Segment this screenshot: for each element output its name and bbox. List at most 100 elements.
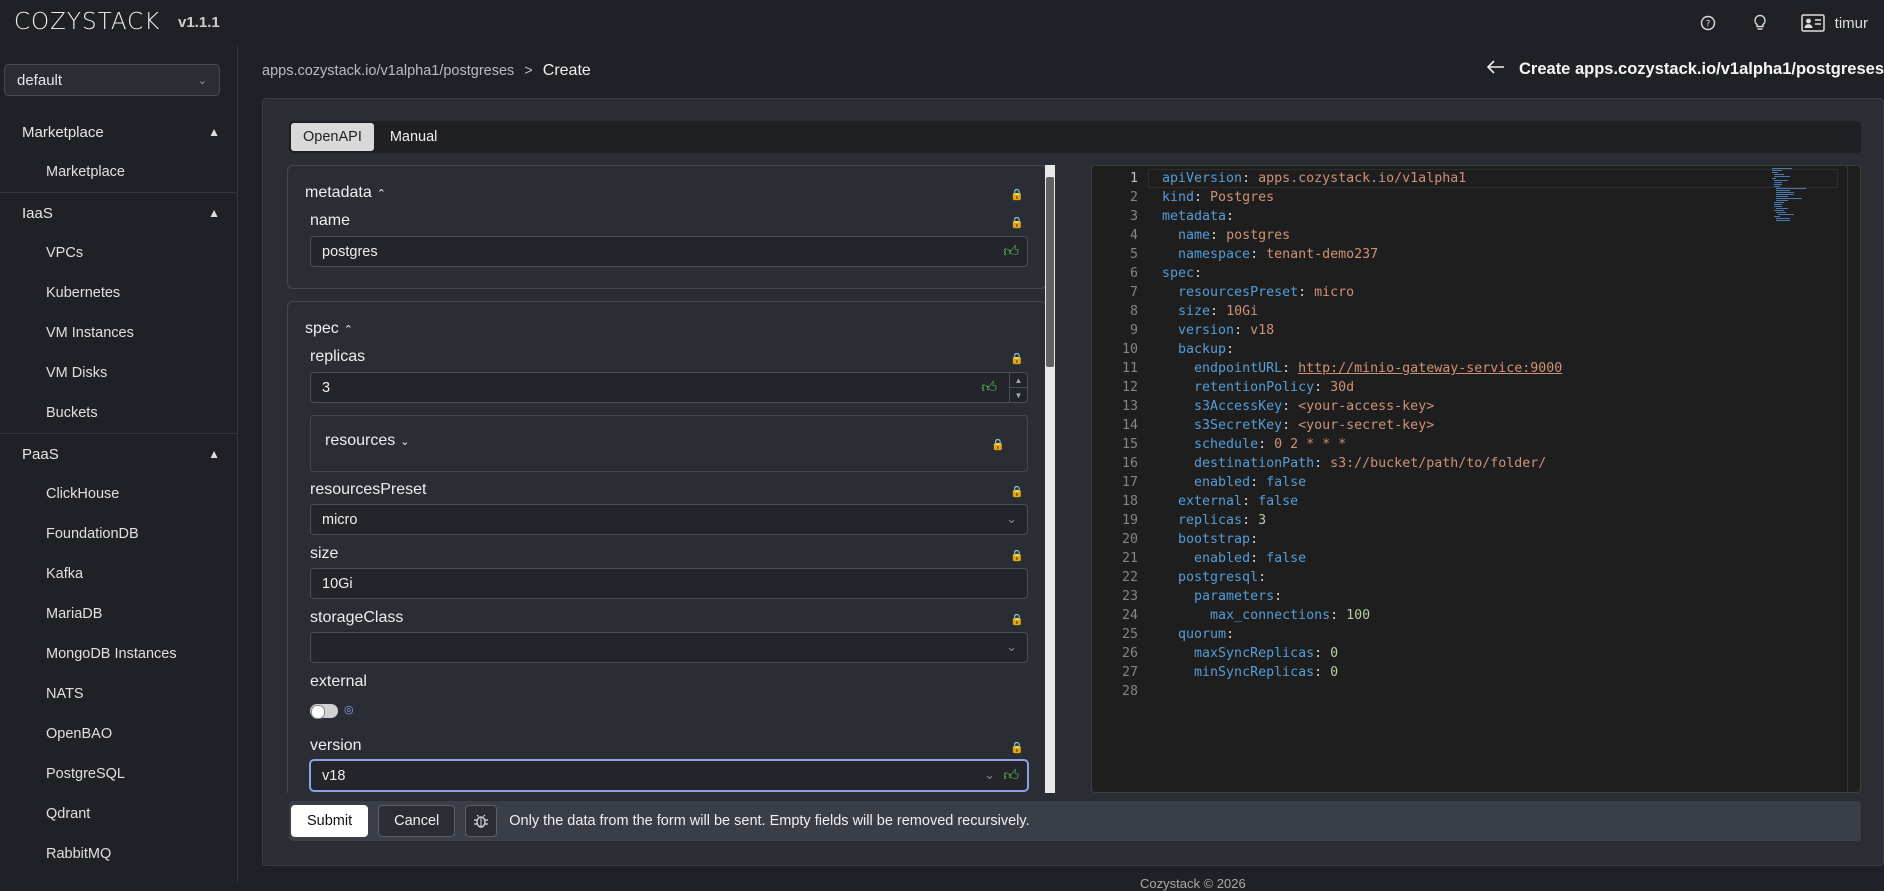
- lock-icon[interactable]: 🔒: [1010, 352, 1024, 365]
- sidebar-item-marketplace[interactable]: Marketplace: [0, 152, 237, 192]
- code-line[interactable]: 6 spec:: [1092, 264, 1860, 283]
- line-number: 5: [1129, 247, 1138, 262]
- sidebar-group-marketplace[interactable]: Marketplace ▲: [0, 112, 237, 152]
- sidebar-item-mariadb[interactable]: MariaDB: [0, 594, 237, 634]
- lock-icon[interactable]: 🔒: [1010, 549, 1024, 562]
- code-line[interactable]: 2 kind: Postgres: [1092, 188, 1860, 207]
- lock-icon[interactable]: 🔒: [1010, 613, 1024, 626]
- scrollbar-thumb[interactable]: [1046, 177, 1054, 367]
- code-line[interactable]: 4 name: postgres: [1092, 226, 1860, 245]
- code-line[interactable]: 27 minSyncReplicas: 0: [1092, 663, 1860, 682]
- decrement-icon[interactable]: ▼: [1010, 388, 1027, 402]
- chevron-down-icon: ⌄: [400, 435, 410, 448]
- size-input[interactable]: 10Gi: [310, 568, 1028, 599]
- line-number: 8: [1129, 304, 1138, 319]
- code-text: size: 10Gi: [1178, 304, 1259, 319]
- external-toggle[interactable]: [310, 704, 338, 719]
- tab-openapi[interactable]: OpenAPI: [291, 123, 374, 151]
- code-line[interactable]: 23 parameters:: [1092, 587, 1860, 606]
- minimap[interactable]: [1772, 168, 1848, 228]
- info-icon[interactable]: ◎: [344, 703, 354, 716]
- arrow-left-icon[interactable]: [1486, 60, 1505, 79]
- sidebar-item-openbao[interactable]: OpenBAO: [0, 714, 237, 754]
- line-number: 11: [1121, 361, 1138, 376]
- sidebar-group-paas[interactable]: PaaS ▲: [0, 434, 237, 474]
- sidebar-item-buckets[interactable]: Buckets: [0, 393, 237, 433]
- app-logo[interactable]: COZYSTACK: [14, 9, 160, 35]
- code-text: apiVersion: apps.cozystack.io/v1alpha1: [1162, 171, 1467, 186]
- section-title: spec: [305, 320, 339, 337]
- sidebar-item-postgresql[interactable]: PostgreSQL: [0, 754, 237, 794]
- form-scrollbar[interactable]: [1045, 165, 1055, 793]
- version-select[interactable]: v18 ⌄ 👍︎: [310, 760, 1028, 791]
- breadcrumb-link[interactable]: apps.cozystack.io/v1alpha1/postgreses: [262, 63, 514, 79]
- code-line[interactable]: 8 size: 10Gi: [1092, 302, 1860, 321]
- code-line[interactable]: 26 maxSyncReplicas: 0: [1092, 644, 1860, 663]
- replicas-input[interactable]: 3 👍︎ ▲ ▼: [310, 372, 1028, 403]
- code-line[interactable]: 18 external: false: [1092, 492, 1860, 511]
- tab-manual[interactable]: Manual: [378, 123, 450, 151]
- code-line[interactable]: 17 enabled: false: [1092, 473, 1860, 492]
- sidebar-item-kubernetes[interactable]: Kubernetes: [0, 273, 237, 313]
- name-input[interactable]: postgres 👍︎: [310, 236, 1028, 267]
- lock-icon[interactable]: 🔒: [1010, 216, 1024, 229]
- code-line[interactable]: 7 resourcesPreset: micro: [1092, 283, 1860, 302]
- lock-icon[interactable]: 🔒: [1010, 741, 1024, 754]
- code-line[interactable]: 11 endpointURL: http://minio-gateway-ser…: [1092, 359, 1860, 378]
- copyright: Cozystack © 2026: [1140, 876, 1246, 891]
- sidebar-item-vm-instances[interactable]: VM Instances: [0, 313, 237, 353]
- lightbulb-icon[interactable]: [1749, 12, 1771, 34]
- code-line[interactable]: 12 retentionPolicy: 30d: [1092, 378, 1860, 397]
- lock-icon[interactable]: 🔒: [1010, 485, 1024, 498]
- code-line[interactable]: 25 quorum:: [1092, 625, 1860, 644]
- submit-button[interactable]: Submit: [291, 805, 369, 837]
- quantity-stepper[interactable]: ▲ ▼: [1009, 373, 1027, 402]
- cancel-button[interactable]: Cancel: [378, 805, 456, 837]
- sidebar-item-kafka[interactable]: Kafka: [0, 554, 237, 594]
- sidebar-group-iaas[interactable]: IaaS ▲: [0, 193, 237, 233]
- namespace-select[interactable]: default ⌄: [4, 64, 220, 96]
- storage-class-select[interactable]: ⌄: [310, 632, 1028, 663]
- sidebar-item-clickhouse[interactable]: ClickHouse: [0, 474, 237, 514]
- help-circle-icon[interactable]: ?: [1697, 12, 1719, 34]
- sidebar-item-qdrant[interactable]: Qdrant: [0, 794, 237, 834]
- code-line[interactable]: 5 namespace: tenant-demo237: [1092, 245, 1860, 264]
- resources-preset-select[interactable]: micro ⌄: [310, 504, 1028, 535]
- user-menu[interactable]: timur: [1800, 14, 1868, 32]
- line-number: 9: [1129, 323, 1138, 338]
- yaml-editor[interactable]: 1 apiVersion: apps.cozystack.io/v1alpha1 2…: [1091, 165, 1861, 793]
- size-label: size: [310, 545, 339, 562]
- increment-icon[interactable]: ▲: [1010, 373, 1027, 388]
- code-line[interactable]: 22 postgresql:: [1092, 568, 1860, 587]
- lock-icon[interactable]: 🔒: [1010, 188, 1024, 201]
- sidebar-item-foundationdb[interactable]: FoundationDB: [0, 514, 237, 554]
- code-line[interactable]: 13 s3AccessKey: <your-access-key>: [1092, 397, 1860, 416]
- code-line[interactable]: 9 version: v18: [1092, 321, 1860, 340]
- sidebar-item-vpcs[interactable]: VPCs: [0, 233, 237, 273]
- code-line[interactable]: 1 apiVersion: apps.cozystack.io/v1alpha1: [1092, 169, 1860, 188]
- line-number: 4: [1129, 228, 1138, 243]
- line-number: 23: [1121, 589, 1138, 604]
- code-line[interactable]: 3 metadata:: [1092, 207, 1860, 226]
- sidebar-item-mongodb-instances[interactable]: MongoDB Instances: [0, 634, 237, 674]
- sidebar-item-vm-disks[interactable]: VM Disks: [0, 353, 237, 393]
- resources-toggle[interactable]: resources ⌄: [325, 432, 409, 450]
- spec-toggle[interactable]: spec ⌃: [305, 320, 353, 338]
- code-line[interactable]: 14 s3SecretKey: <your-secret-key>: [1092, 416, 1860, 435]
- code-line[interactable]: 10 backup:: [1092, 340, 1860, 359]
- code-line[interactable]: 24 max_connections: 100: [1092, 606, 1860, 625]
- code-text: s3AccessKey: <your-access-key>: [1194, 399, 1435, 414]
- code-line[interactable]: 16 destinationPath: s3://bucket/path/to/…: [1092, 454, 1860, 473]
- code-line[interactable]: 15 schedule: 0 2 * * *: [1092, 435, 1860, 454]
- code-text: metadata:: [1162, 209, 1235, 224]
- code-line[interactable]: 20 bootstrap:: [1092, 530, 1860, 549]
- sidebar-item-nats[interactable]: NATS: [0, 674, 237, 714]
- debug-button[interactable]: [465, 805, 498, 837]
- metadata-toggle[interactable]: metadata ⌃: [305, 184, 386, 202]
- external-label: external: [310, 673, 367, 690]
- sidebar-item-rabbitmq[interactable]: RabbitMQ: [0, 834, 237, 874]
- code-line[interactable]: 19 replicas: 3: [1092, 511, 1860, 530]
- code-line[interactable]: 21 enabled: false: [1092, 549, 1860, 568]
- lock-icon[interactable]: 🔒: [991, 438, 1005, 451]
- code-line[interactable]: 28: [1092, 682, 1860, 701]
